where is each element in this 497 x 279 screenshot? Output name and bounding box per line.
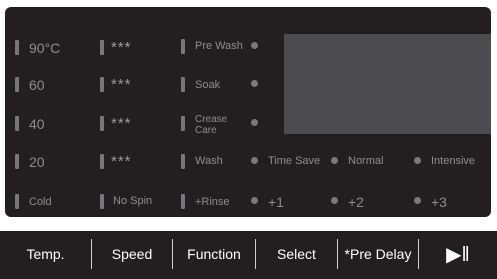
rinse-plus2-led	[331, 197, 338, 204]
washer-control-panel: 90°C 60 40 20 Cold *** *** *** *** No Sp…	[0, 0, 497, 279]
function-wash-indicator-bar	[181, 154, 185, 169]
function-button[interactable]: Function	[173, 229, 255, 279]
temp-20-label: 20	[29, 154, 45, 170]
function-wash-label: Wash	[195, 155, 223, 167]
function-prewash-indicator-bar	[181, 39, 185, 54]
function-crease-care-label: Crease Care	[195, 114, 228, 136]
button-bar-top-border	[0, 229, 497, 231]
speed-4-stars: ***	[111, 153, 132, 170]
speed-1-stars: ***	[111, 39, 132, 56]
speed-3-indicator-bar	[100, 116, 104, 131]
function-soak-label: Soak	[195, 79, 221, 91]
function-soak-led	[251, 80, 258, 87]
wash-mode-intensive-label: Intensive	[431, 155, 476, 167]
rinse-plus3-led	[414, 197, 421, 204]
function-soak-indicator-bar	[181, 77, 185, 92]
temp-cold-indicator-bar	[15, 194, 19, 209]
button-bar: Temp. Speed Function Select *Pre Delay ▶…	[0, 229, 497, 279]
speed-1-indicator-bar	[100, 40, 104, 55]
wash-mode-normal-label: Normal	[348, 155, 384, 167]
indicator-display: 90°C 60 40 20 Cold *** *** *** *** No Sp…	[5, 7, 491, 217]
rinse-plus3-label: +3	[431, 194, 447, 210]
lcd-screen	[284, 34, 491, 134]
temp-60-indicator-bar	[15, 77, 19, 92]
temp-90-indicator-bar	[15, 40, 19, 55]
rinse-plus1-led	[251, 197, 258, 204]
function-rinse-label: +Rinse	[195, 196, 230, 208]
rinse-plus2-label: +2	[348, 194, 364, 210]
temp-90-label: 90°C	[29, 40, 61, 56]
speed-3-stars: ***	[111, 115, 132, 132]
speed-4-indicator-bar	[100, 154, 104, 169]
rinse-plus1-label: +1	[268, 194, 284, 210]
temp-button[interactable]: Temp.	[0, 229, 91, 279]
speed-2-stars: ***	[111, 76, 132, 93]
function-rinse-indicator-bar	[181, 194, 185, 209]
wash-mode-intensive-led	[414, 157, 421, 164]
wash-mode-normal-led	[331, 157, 338, 164]
function-wash-led	[251, 157, 258, 164]
temp-60-label: 60	[29, 77, 45, 93]
temp-40-indicator-bar	[15, 116, 19, 131]
speed-no-spin-indicator-bar	[100, 194, 104, 209]
speed-2-indicator-bar	[100, 77, 104, 92]
wash-mode-time-save-label: Time Save	[268, 155, 321, 167]
function-prewash-label: Pre Wash	[195, 40, 243, 52]
temp-cold-label: Cold	[29, 196, 52, 208]
function-crease-care-indicator-bar	[181, 116, 185, 131]
temp-40-label: 40	[29, 116, 45, 132]
speed-button[interactable]: Speed	[92, 229, 172, 279]
select-button[interactable]: Select	[256, 229, 337, 279]
speed-no-spin-label: No Spin	[113, 195, 153, 207]
function-crease-care-led	[251, 119, 258, 126]
start-pause-button[interactable]: ▶‖	[419, 229, 497, 279]
temp-20-indicator-bar	[15, 154, 19, 169]
function-prewash-led	[251, 42, 258, 49]
pre-delay-button[interactable]: *Pre Delay	[338, 229, 418, 279]
